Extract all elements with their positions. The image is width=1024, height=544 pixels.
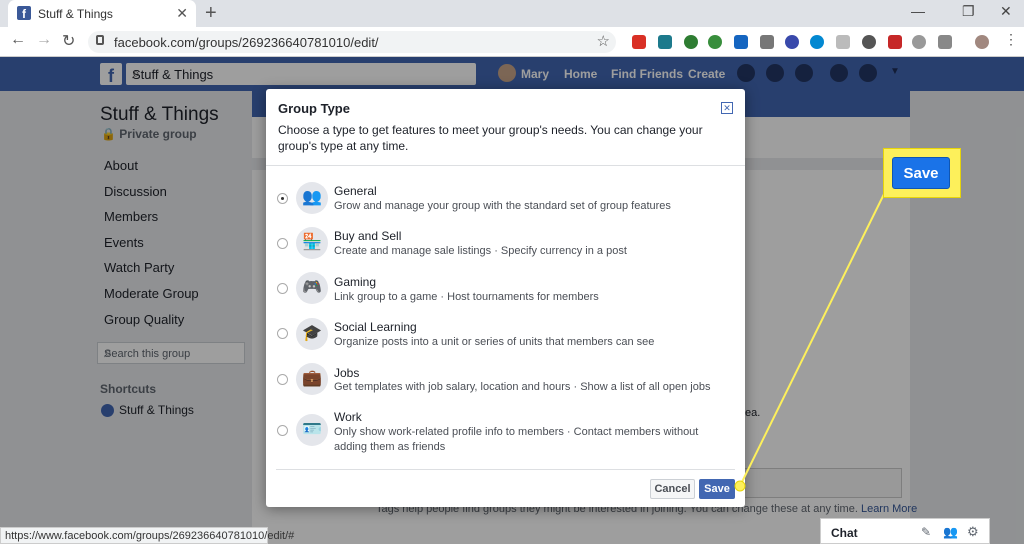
chat-bar[interactable]: Chat ✎ 👥 ⚙ [820, 518, 990, 544]
group-chat-icon[interactable]: 👥 [943, 525, 958, 539]
status-url: https://www.facebook.com/groups/26923664… [0, 527, 294, 544]
gear-icon[interactable]: ⚙ [967, 524, 979, 540]
compose-icon[interactable]: ✎ [921, 525, 931, 539]
chat-label: Chat [831, 526, 858, 540]
callout-line [734, 187, 888, 492]
callout-save-button: Save [892, 157, 950, 189]
